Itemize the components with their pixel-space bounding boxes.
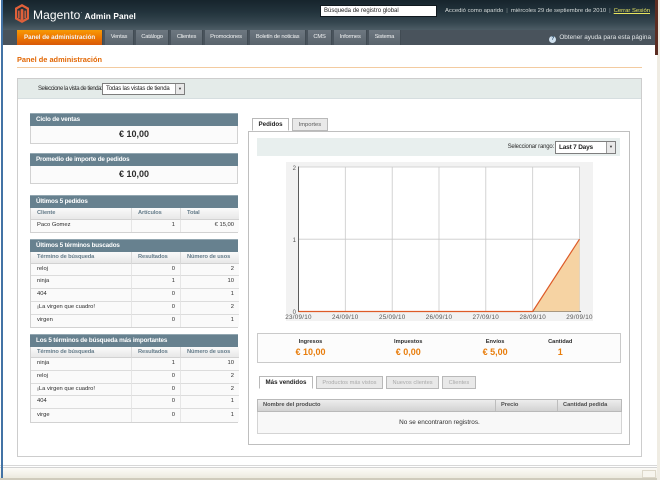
svg-text:28/09/10: 28/09/10 <box>519 314 546 321</box>
svg-text:26/09/10: 26/09/10 <box>426 314 453 321</box>
svg-text:27/09/10: 27/09/10 <box>473 314 500 321</box>
svg-text:2: 2 <box>293 166 297 172</box>
svg-text:29/09/10: 29/09/10 <box>566 314 593 321</box>
svg-text:1: 1 <box>293 238 297 244</box>
svg-text:24/09/10: 24/09/10 <box>332 314 359 321</box>
svg-text:25/09/10: 25/09/10 <box>379 314 406 321</box>
svg-text:23/09/10: 23/09/10 <box>285 314 312 321</box>
